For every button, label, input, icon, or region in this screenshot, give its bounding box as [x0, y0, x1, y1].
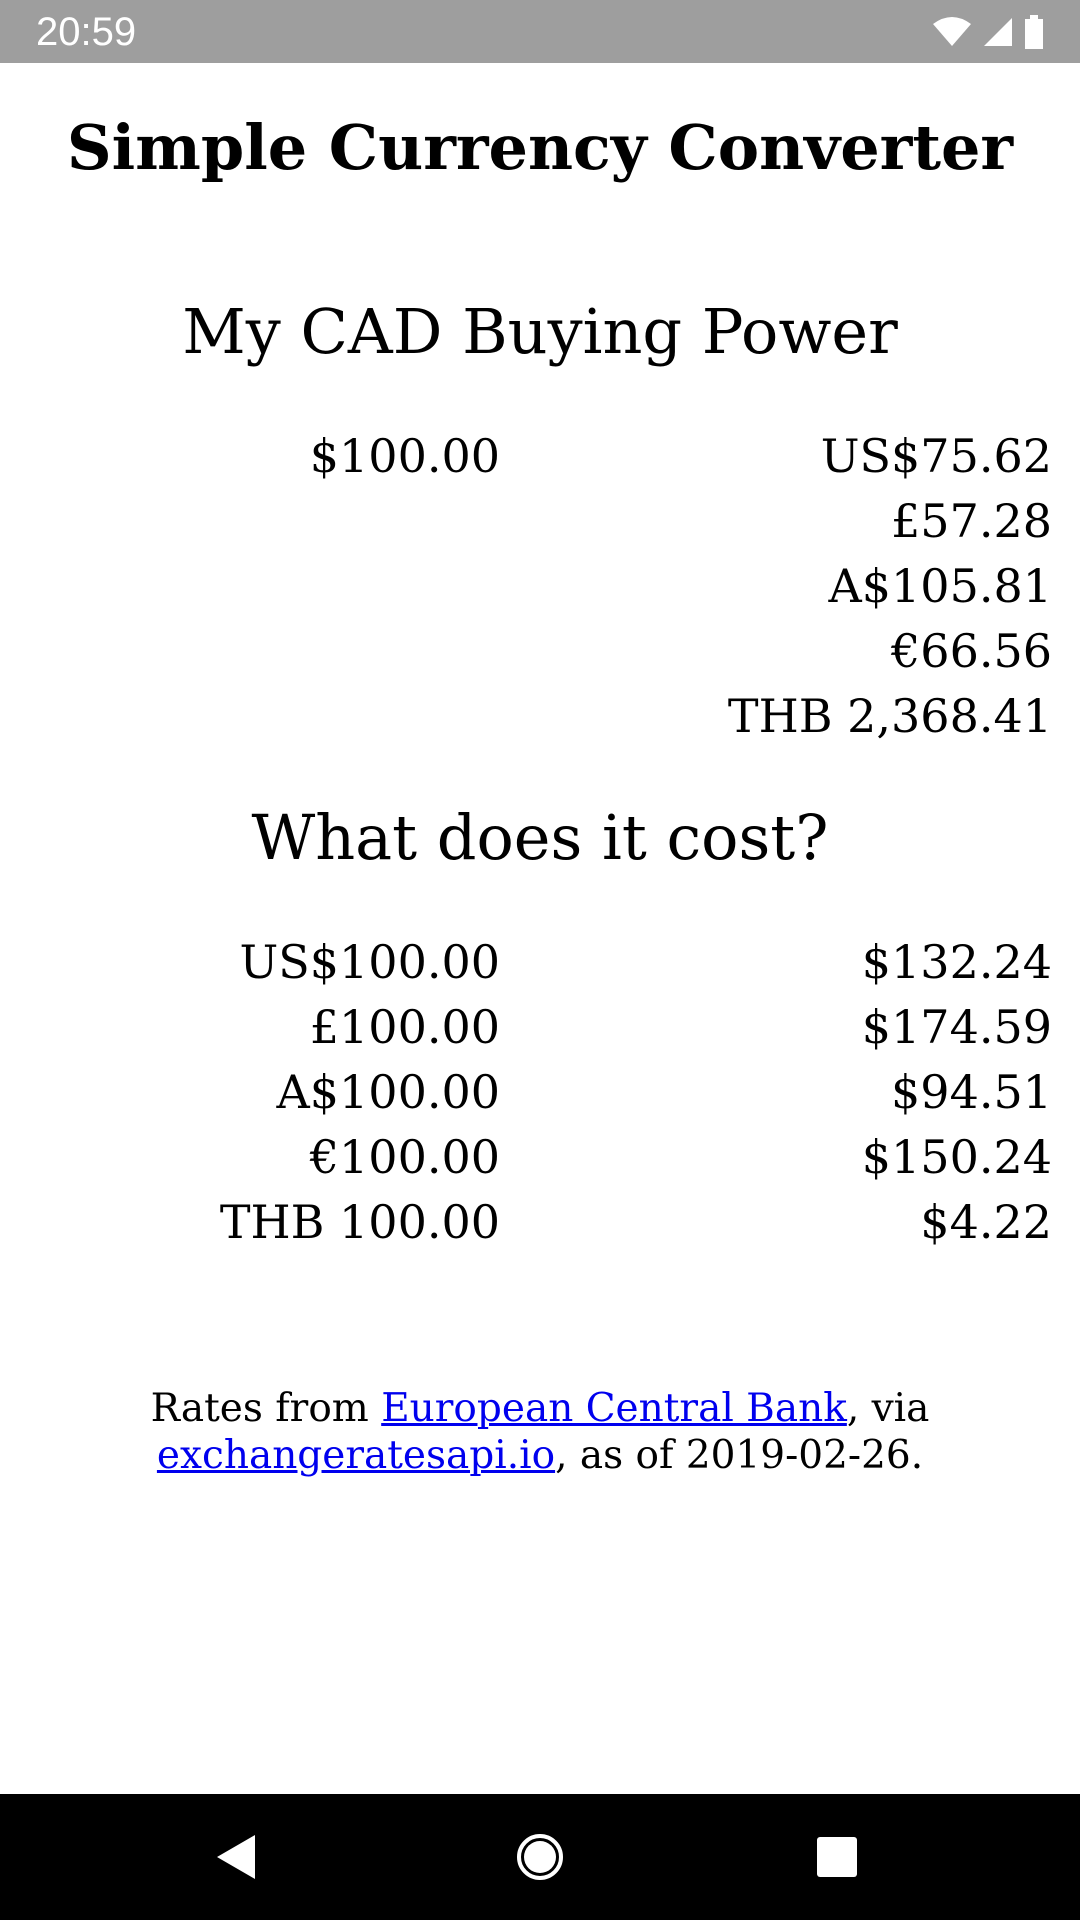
- table-row: THB 2,368.41: [0, 684, 1080, 749]
- status-bar: 20:59: [0, 0, 1080, 63]
- cad-amount: $150.24: [861, 1130, 1052, 1184]
- foreign-amount: A$100.00: [276, 1065, 500, 1119]
- cad-amount: $174.59: [861, 1000, 1052, 1054]
- foreign-amount: £100.00: [309, 1000, 500, 1054]
- table-row: $100.00 US$75.62: [0, 424, 1080, 489]
- table-row: A$105.81: [0, 554, 1080, 619]
- converted-amount: £57.28: [891, 494, 1052, 548]
- foreign-amount: €100.00: [309, 1130, 500, 1184]
- footer-prefix: Rates from: [150, 1386, 382, 1431]
- cost-title: What does it cost?: [251, 801, 829, 874]
- foreign-amount: THB 100.00: [219, 1195, 500, 1249]
- table-row: €66.56: [0, 619, 1080, 684]
- cost-table: US$100.00 $132.24 £100.00 $174.59 A$100.…: [0, 930, 1080, 1255]
- status-time: 20:59: [36, 10, 137, 54]
- status-icons: [932, 12, 1044, 52]
- source-amount: $100.00: [309, 429, 500, 483]
- table-row: £57.28: [0, 489, 1080, 554]
- foreign-amount: US$100.00: [239, 935, 500, 989]
- back-button[interactable]: [212, 1832, 262, 1882]
- signal-icon: [982, 16, 1014, 48]
- converted-amount: A$105.81: [828, 559, 1052, 613]
- recents-icon: [817, 1837, 857, 1877]
- buying-power-table: $100.00 US$75.62 £57.28 A$105.81 €66.56 …: [0, 424, 1080, 749]
- footer-middle: , via: [846, 1386, 930, 1431]
- home-button[interactable]: [515, 1832, 565, 1882]
- wifi-icon: [932, 16, 972, 48]
- buying-power-title: My CAD Buying Power: [182, 295, 898, 368]
- battery-icon: [1024, 15, 1044, 49]
- table-row: A$100.00 $94.51: [0, 1060, 1080, 1125]
- table-row: THB 100.00 $4.22: [0, 1190, 1080, 1255]
- converted-amount: THB 2,368.41: [727, 689, 1052, 743]
- table-row: £100.00 $174.59: [0, 995, 1080, 1060]
- converted-amount: €66.56: [891, 624, 1052, 678]
- footer-suffix: , as of 2019-02-26.: [555, 1433, 924, 1478]
- converted-amount: US$75.62: [820, 429, 1052, 483]
- table-row: €100.00 $150.24: [0, 1125, 1080, 1190]
- app-title: Simple Currency Converter: [66, 111, 1014, 184]
- exchangeratesapi-link[interactable]: exchangeratesapi.io: [157, 1433, 555, 1478]
- home-icon: [517, 1834, 563, 1880]
- rates-source-note: Rates from European Central Bank, via exc…: [0, 1385, 1080, 1479]
- recents-button[interactable]: [812, 1832, 862, 1882]
- cad-amount: $4.22: [920, 1195, 1052, 1249]
- european-central-bank-link[interactable]: European Central Bank: [381, 1386, 847, 1431]
- navigation-bar: [0, 1794, 1080, 1920]
- table-row: US$100.00 $132.24: [0, 930, 1080, 995]
- back-icon: [217, 1835, 255, 1879]
- cad-amount: $94.51: [891, 1065, 1052, 1119]
- cad-amount: $132.24: [861, 935, 1052, 989]
